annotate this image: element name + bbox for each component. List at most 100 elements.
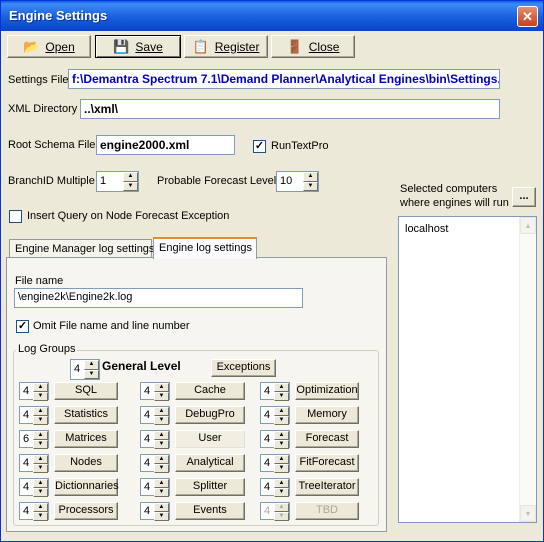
events-log-group-button[interactable]: Events (175, 502, 245, 520)
fitforecast-log-group-button[interactable]: FitForecast (295, 454, 359, 472)
spinner-arrows[interactable]: ▲ ▼ (154, 407, 169, 425)
spinner-arrows[interactable]: ▲ ▼ (33, 479, 48, 497)
spinner-arrows[interactable]: ▲ ▼ (33, 503, 48, 521)
forecast-log-group-button[interactable]: Forecast (295, 430, 359, 448)
window-title: Engine Settings (9, 8, 108, 23)
splitter-level-spinner[interactable]: 4 ▲ ▼ (140, 478, 170, 497)
scroll-down-arrow-icon[interactable]: ▼ (520, 505, 536, 522)
spinner-arrows[interactable]: ▲ ▼ (274, 431, 289, 449)
close-button[interactable]: 🚪 Close (271, 35, 355, 58)
analytical-level-spinner[interactable]: 4 ▲ ▼ (140, 454, 170, 473)
vertical-scrollbar[interactable]: ▲ ▼ (519, 217, 536, 522)
spinner-arrows[interactable]: ▲ ▼ (33, 431, 48, 449)
selected-computers-label-line1: Selected computers (400, 183, 498, 195)
run-text-pro-checkbox[interactable]: ✓ (253, 140, 266, 153)
door-icon: 🚪 (286, 39, 303, 54)
branch-id-multiple-value: 1 (100, 175, 107, 187)
optimization-level-value: 4 (264, 385, 271, 397)
register-button[interactable]: 📋 Register (184, 35, 268, 58)
xml-directory-field[interactable]: ..\xml\ (80, 99, 500, 119)
nodes-log-group-button[interactable]: Nodes (54, 454, 118, 472)
user-level-spinner[interactable]: 4 ▲ ▼ (140, 430, 170, 449)
window-close-button[interactable]: ✕ (517, 6, 538, 27)
forecast-level-spinner[interactable]: 4 ▲ ▼ (260, 430, 290, 449)
spinner-arrows[interactable]: ▲ ▼ (274, 407, 289, 425)
cache-level-spinner[interactable]: 4 ▲ ▼ (140, 382, 170, 401)
analytical-level-value: 4 (144, 457, 151, 469)
tbd-level-spinner: 4 ▲ ▼ (260, 502, 290, 521)
probable-forecast-level-spinner[interactable]: 10 ▲ ▼ (276, 171, 319, 192)
tab-engine-manager-log-settings[interactable]: Engine Manager log settings (9, 239, 154, 259)
general-level-spinner[interactable]: 4 ▲ ▼ (70, 359, 100, 380)
treeiterator-level-spinner[interactable]: 4 ▲ ▼ (260, 478, 290, 497)
forecast-level-value: 4 (264, 433, 271, 445)
spinner-arrows[interactable]: ▲ ▼ (154, 455, 169, 473)
debugpro-log-group-button[interactable]: DebugPro (175, 406, 245, 424)
open-button-label: Open (45, 39, 75, 54)
matrices-log-group-button[interactable]: Matrices (54, 430, 118, 448)
user-log-group-button[interactable]: User (175, 430, 245, 448)
processors-level-spinner[interactable]: 4 ▲ ▼ (19, 502, 49, 521)
spinner-arrows[interactable]: ▲ ▼ (274, 383, 289, 401)
spinner-arrows[interactable]: ▲ ▼ (123, 172, 138, 191)
spinner-arrows[interactable]: ▲ ▼ (154, 431, 169, 449)
close-button-label: Close (308, 39, 340, 54)
insert-query-checkbox[interactable] (9, 210, 22, 223)
spinner-arrows[interactable]: ▲ ▼ (33, 455, 48, 473)
title-bar: Engine Settings ✕ (1, 1, 543, 31)
run-text-pro-label: RunTextPro (271, 140, 329, 152)
nodes-level-value: 4 (23, 457, 30, 469)
spinner-arrows[interactable]: ▲ ▼ (33, 407, 48, 425)
save-button[interactable]: 💾 Save (95, 35, 181, 58)
spinner-arrows[interactable]: ▲ ▼ (303, 172, 318, 191)
spinner-arrows[interactable]: ▲ ▼ (84, 360, 99, 379)
optimization-level-spinner[interactable]: 4 ▲ ▼ (260, 382, 290, 401)
fitforecast-level-spinner[interactable]: 4 ▲ ▼ (260, 454, 290, 473)
omit-file-name-checkbox[interactable]: ✓ (16, 320, 29, 333)
dictionnaries-log-group-button[interactable]: Dictionnaries (54, 478, 119, 496)
file-name-field[interactable]: \engine2k\Engine2k.log (14, 288, 303, 308)
treeiterator-log-group-button[interactable]: TreeIterator (295, 478, 359, 496)
omit-file-name-label: Omit File name and line number (33, 320, 190, 332)
matrices-level-spinner[interactable]: 6 ▲ ▼ (19, 430, 49, 449)
root-schema-field[interactable]: engine2000.xml (96, 135, 235, 155)
tab-engine-log-settings[interactable]: Engine log settings (153, 237, 257, 259)
branch-id-multiple-spinner[interactable]: 1 ▲ ▼ (96, 171, 139, 192)
spinner-arrows[interactable]: ▲ ▼ (154, 479, 169, 497)
open-button[interactable]: 📂 Open (7, 35, 91, 58)
cache-log-group-button[interactable]: Cache (175, 382, 245, 400)
sql-log-group-button[interactable]: SQL (54, 382, 118, 400)
memory-level-value: 4 (264, 409, 271, 421)
register-icon: 📋 (192, 39, 209, 54)
sql-level-value: 4 (23, 385, 30, 397)
dictionnaries-level-value: 4 (23, 481, 30, 493)
spinner-arrows[interactable]: ▲ ▼ (33, 383, 48, 401)
statistics-level-spinner[interactable]: 4 ▲ ▼ (19, 406, 49, 425)
debugpro-level-spinner[interactable]: 4 ▲ ▼ (140, 406, 170, 425)
list-item[interactable]: localhost (405, 223, 448, 235)
selected-computers-list[interactable]: localhost ▲ ▼ (398, 216, 537, 523)
spinner-arrows[interactable]: ▲ ▼ (274, 479, 289, 497)
root-schema-label: Root Schema File (8, 139, 96, 151)
treeiterator-level-value: 4 (264, 481, 271, 493)
exceptions-button[interactable]: Exceptions (211, 359, 276, 377)
splitter-log-group-button[interactable]: Splitter (175, 478, 245, 496)
sql-level-spinner[interactable]: 4 ▲ ▼ (19, 382, 49, 401)
processors-log-group-button[interactable]: Processors (54, 502, 118, 520)
debugpro-level-value: 4 (144, 409, 151, 421)
scroll-up-arrow-icon[interactable]: ▲ (520, 217, 536, 234)
memory-level-spinner[interactable]: 4 ▲ ▼ (260, 406, 290, 425)
optimization-log-group-button[interactable]: Optimization (295, 382, 359, 400)
analytical-log-group-button[interactable]: Analytical (175, 454, 245, 472)
log-groups-label: Log Groups (16, 343, 78, 355)
browse-computers-button[interactable]: ... (512, 187, 536, 207)
memory-log-group-button[interactable]: Memory (295, 406, 359, 424)
settings-file-field[interactable]: f:\Demantra Spectrum 7.1\Demand Planner\… (68, 69, 500, 89)
nodes-level-spinner[interactable]: 4 ▲ ▼ (19, 454, 49, 473)
spinner-arrows[interactable]: ▲ ▼ (274, 455, 289, 473)
dictionnaries-level-spinner[interactable]: 4 ▲ ▼ (19, 478, 49, 497)
events-level-spinner[interactable]: 4 ▲ ▼ (140, 502, 170, 521)
spinner-arrows[interactable]: ▲ ▼ (154, 383, 169, 401)
spinner-arrows[interactable]: ▲ ▼ (154, 503, 169, 521)
statistics-log-group-button[interactable]: Statistics (54, 406, 118, 424)
